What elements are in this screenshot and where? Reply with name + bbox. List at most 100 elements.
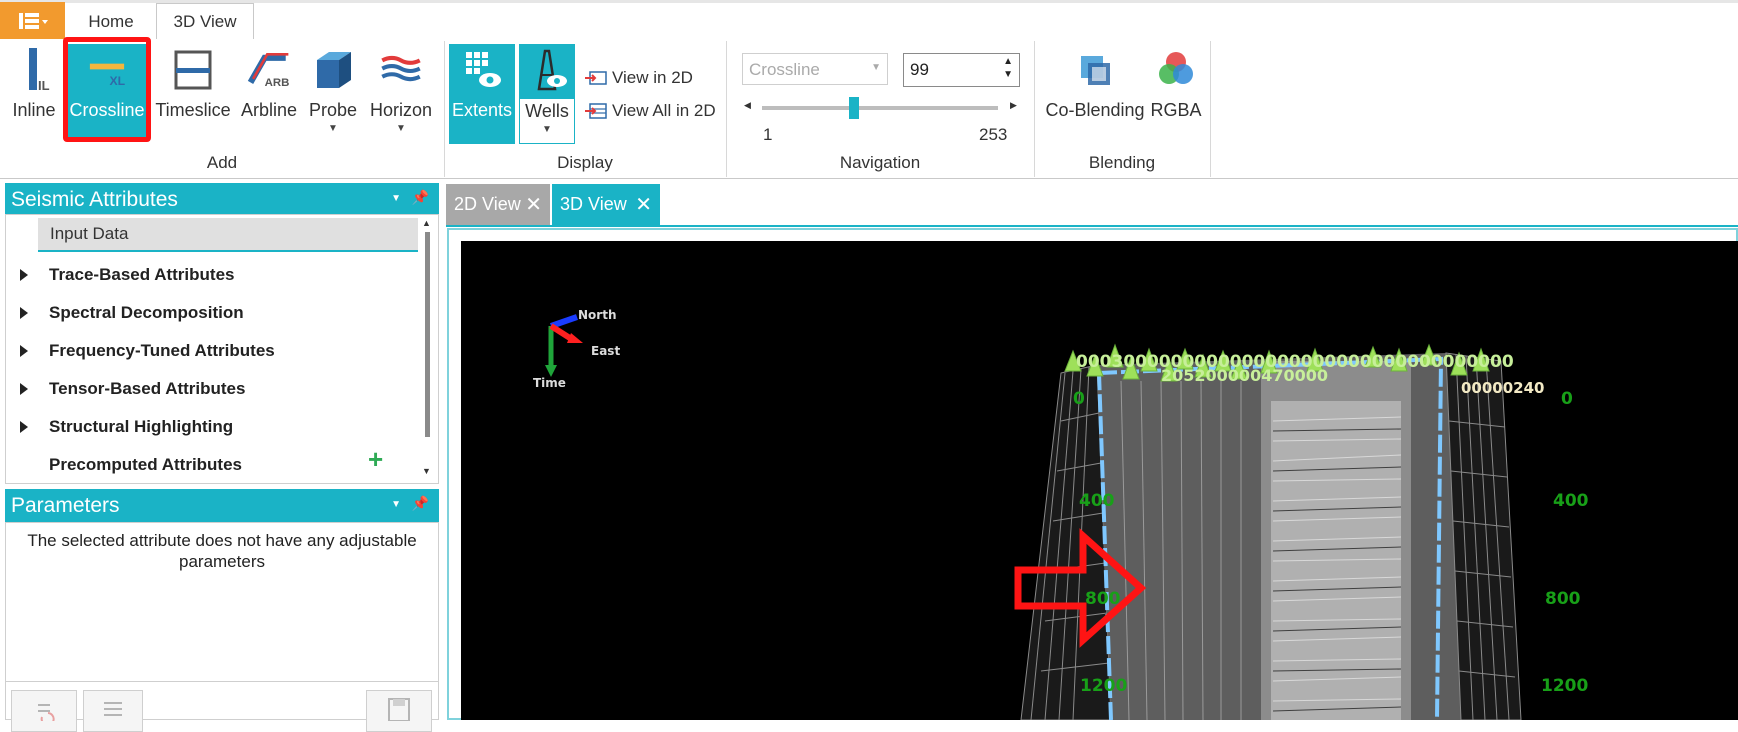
- slider-left-arrow-icon[interactable]: ◀: [744, 100, 751, 111]
- svg-text:ARB: ARB: [265, 77, 290, 89]
- rgba-label: RGBA: [1150, 100, 1202, 120]
- orientation-axes: North East Time: [533, 308, 620, 390]
- add-attribute-icon[interactable]: +: [368, 444, 383, 475]
- stepper-down-icon[interactable]: ▼: [1003, 69, 1013, 80]
- well-labels-middle: 205200000470000: [1161, 366, 1328, 385]
- horizon-button[interactable]: Horizon ▼: [368, 44, 434, 134]
- add-group-label: Add: [206, 153, 238, 172]
- tree-item-precomputed[interactable]: Precomputed Attributes: [20, 455, 242, 475]
- seismic-grid-left: [1020, 364, 1112, 720]
- pin-icon[interactable]: 📌: [412, 189, 429, 206]
- 3d-scene[interactable]: North East Time 000300000000000000000000…: [461, 241, 1738, 720]
- inline-button[interactable]: IL Inline: [10, 44, 58, 121]
- extents-button[interactable]: Extents: [449, 44, 515, 144]
- well-labels-right: 00000240: [1461, 379, 1545, 397]
- tree-item-trace-based[interactable]: Trace-Based Attributes: [20, 265, 234, 285]
- stepper-up-icon[interactable]: ▲: [1003, 56, 1013, 67]
- reset-parameters-button[interactable]: [11, 690, 77, 732]
- tree-item-frequency-tuned[interactable]: Frequency-Tuned Attributes: [20, 341, 275, 361]
- parameters-header: Parameters ▼ 📌: [5, 489, 439, 522]
- wells-dropdown-icon: ▼: [542, 124, 552, 135]
- tab-3d-view[interactable]: 3D View: [156, 3, 254, 40]
- axis-east-label: East: [591, 344, 620, 358]
- seismic-attributes-title: Seismic Attributes: [11, 187, 178, 211]
- input-data-item[interactable]: Input Data: [38, 218, 418, 252]
- expand-arrow-icon[interactable]: [20, 383, 28, 395]
- probe-dropdown-icon: ▼: [328, 123, 338, 134]
- slider-max-label: 253: [979, 125, 1008, 144]
- view-tab-2d-label: 2D View: [454, 194, 521, 214]
- crossline-highlight-box: [63, 37, 151, 142]
- ribbon-tab-bar: [0, 0, 1738, 40]
- extents-label: Extents: [451, 100, 513, 120]
- timeslice-icon: [174, 50, 212, 90]
- tab-3d-view-label: 3D View: [173, 11, 237, 31]
- depth-label-left: 0: [1073, 389, 1085, 409]
- expand-arrow-icon[interactable]: [20, 269, 28, 281]
- input-data-label: Input Data: [50, 224, 129, 243]
- 3d-viewport[interactable]: North East Time 000300000000000000000000…: [461, 241, 1738, 720]
- group-separator: [1210, 41, 1211, 177]
- wells-icon: [537, 49, 567, 91]
- app-menu-button[interactable]: [0, 2, 65, 39]
- list-icon: [104, 702, 122, 716]
- rgba-button[interactable]: RGBA: [1150, 44, 1202, 121]
- navigation-type-select[interactable]: Crossline ▼: [742, 53, 888, 85]
- horizon-dropdown-icon: ▼: [396, 123, 406, 134]
- blending-group-label: Blending: [1088, 153, 1156, 172]
- window-top-edge: [0, 0, 1738, 3]
- view-tab-2d[interactable]: 2D View ✕: [446, 184, 550, 225]
- arbline-button[interactable]: ARB Arbline: [238, 44, 300, 121]
- wells-button[interactable]: Wells ▼: [519, 44, 575, 144]
- close-icon[interactable]: ✕: [635, 192, 652, 217]
- horizon-label: Horizon: [369, 100, 433, 120]
- horizon-icon: [381, 55, 421, 82]
- scroll-up-icon[interactable]: ▲: [422, 218, 431, 228]
- expand-arrow-icon[interactable]: [20, 421, 28, 433]
- navigation-number-stepper[interactable]: 99 ▲ ▼: [903, 53, 1020, 87]
- inline-label: Inline: [12, 100, 56, 120]
- parameters-title: Parameters: [11, 493, 120, 517]
- view-tab-3d[interactable]: 3D View ✕: [552, 184, 660, 225]
- depth-label-right: 0: [1561, 389, 1573, 409]
- slider-right-arrow-icon[interactable]: ▶: [1010, 100, 1017, 111]
- scroll-down-icon[interactable]: ▼: [422, 466, 431, 476]
- depth-label-right: 1200: [1541, 676, 1588, 696]
- co-blending-button[interactable]: Co-Blending: [1044, 44, 1146, 121]
- view-all-in-2d-button[interactable]: View All in 2D: [584, 101, 716, 121]
- parameters-list-button[interactable]: [83, 690, 143, 732]
- tree-item-spectral-decomposition[interactable]: Spectral Decomposition: [20, 303, 244, 323]
- parameters-message: The selected attribute does not have any…: [27, 531, 417, 571]
- slider-min-label: 1: [763, 125, 773, 144]
- expand-arrow-icon[interactable]: [20, 307, 28, 319]
- depth-label-left: 800: [1085, 589, 1121, 609]
- view-in-2d-button[interactable]: View in 2D: [584, 68, 693, 88]
- tree-item-structural-highlighting[interactable]: Structural Highlighting: [20, 417, 233, 437]
- wells-label: Wells: [525, 101, 569, 121]
- seismic-attributes-header: Seismic Attributes ▼ 📌: [5, 183, 439, 216]
- panel-dropdown-icon[interactable]: ▼: [391, 499, 401, 510]
- navigation-group-label: Navigation: [839, 153, 921, 172]
- tree-item-label: Trace-Based Attributes: [49, 265, 235, 284]
- view-in-2d-icon: [585, 71, 607, 85]
- depth-label-left: 400: [1079, 491, 1115, 511]
- tab-home[interactable]: Home: [70, 4, 152, 39]
- depth-label-left: 1200: [1080, 676, 1127, 696]
- axis-north-label: North: [578, 308, 616, 322]
- close-icon[interactable]: ✕: [525, 192, 542, 217]
- navigation-slider-track[interactable]: [762, 106, 998, 110]
- panel-dropdown-icon[interactable]: ▼: [391, 193, 401, 204]
- probe-button[interactable]: Probe ▼: [307, 44, 359, 134]
- display-group-label: Display: [557, 153, 613, 172]
- expand-arrow-icon[interactable]: [20, 345, 28, 357]
- rgba-icon: [1159, 52, 1193, 84]
- view-tab-3d-label: 3D View: [560, 194, 627, 214]
- pin-icon[interactable]: 📌: [412, 495, 429, 512]
- tab-home-label: Home: [88, 11, 134, 31]
- co-blending-label: Co-Blending: [1045, 100, 1145, 120]
- timeslice-button[interactable]: Timeslice: [155, 44, 231, 121]
- scrollbar-thumb[interactable]: [425, 232, 430, 437]
- tree-item-tensor-based[interactable]: Tensor-Based Attributes: [20, 379, 245, 399]
- save-parameters-button[interactable]: [366, 690, 432, 732]
- navigation-slider-thumb[interactable]: [849, 97, 860, 119]
